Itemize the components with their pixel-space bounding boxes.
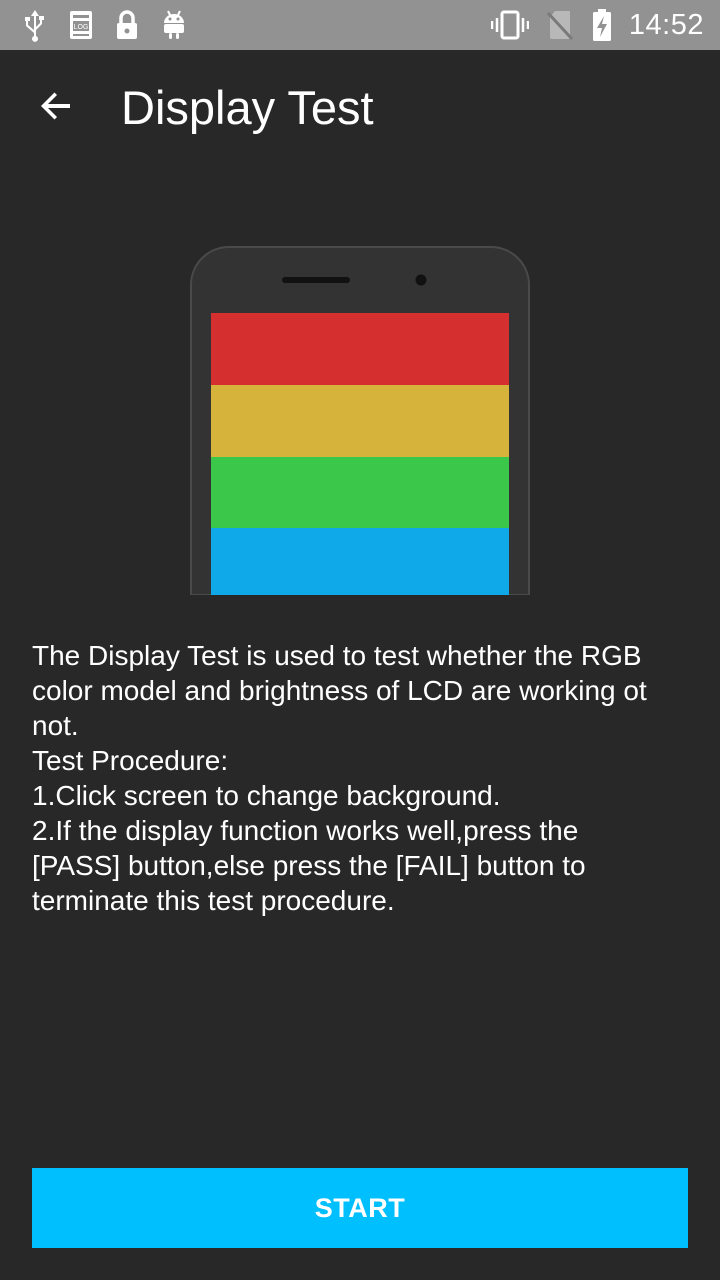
phone-camera [415, 274, 427, 286]
app-bar: Display Test [0, 50, 720, 166]
test-description: The Display Test is used to test whether… [32, 638, 692, 918]
lock-icon [114, 9, 140, 41]
description-line: not. [32, 710, 79, 741]
description-line: 2.If the display function works well,pre… [32, 815, 579, 846]
stripe-red [211, 313, 509, 385]
status-clock: 14:52 [628, 8, 704, 41]
vibrate-icon [490, 10, 529, 40]
stripe-yellow [211, 385, 509, 457]
status-bar: LOG 14:52 [0, 0, 720, 50]
battery-charging-icon [591, 8, 613, 42]
stripe-green [211, 457, 509, 528]
description-line: terminate this test procedure. [32, 885, 395, 916]
android-icon [160, 9, 188, 41]
usb-icon [22, 8, 48, 42]
status-bar-left-icons: LOG [22, 8, 208, 42]
description-line: color model and brightness of LCD are wo… [32, 675, 647, 706]
description-line: 1.Click screen to change background. [32, 780, 501, 811]
description-line: The Display Test is used to test whether… [32, 640, 642, 671]
start-button[interactable]: START [32, 1168, 688, 1248]
back-button[interactable] [28, 78, 84, 134]
arrow-back-icon [41, 92, 70, 120]
description-line: Test Procedure: [32, 745, 229, 776]
svg-text:LOG: LOG [74, 24, 89, 31]
page-title: Display Test [121, 81, 374, 134]
phone-speaker [282, 277, 350, 283]
phone-illustration [190, 245, 530, 596]
status-bar-right-icons: 14:52 [473, 8, 704, 42]
stripe-blue [211, 528, 509, 595]
debug-log-icon: LOG [68, 9, 94, 41]
description-line: [PASS] button,else press the [FAIL] butt… [32, 850, 586, 881]
no-sim-icon [546, 9, 573, 41]
